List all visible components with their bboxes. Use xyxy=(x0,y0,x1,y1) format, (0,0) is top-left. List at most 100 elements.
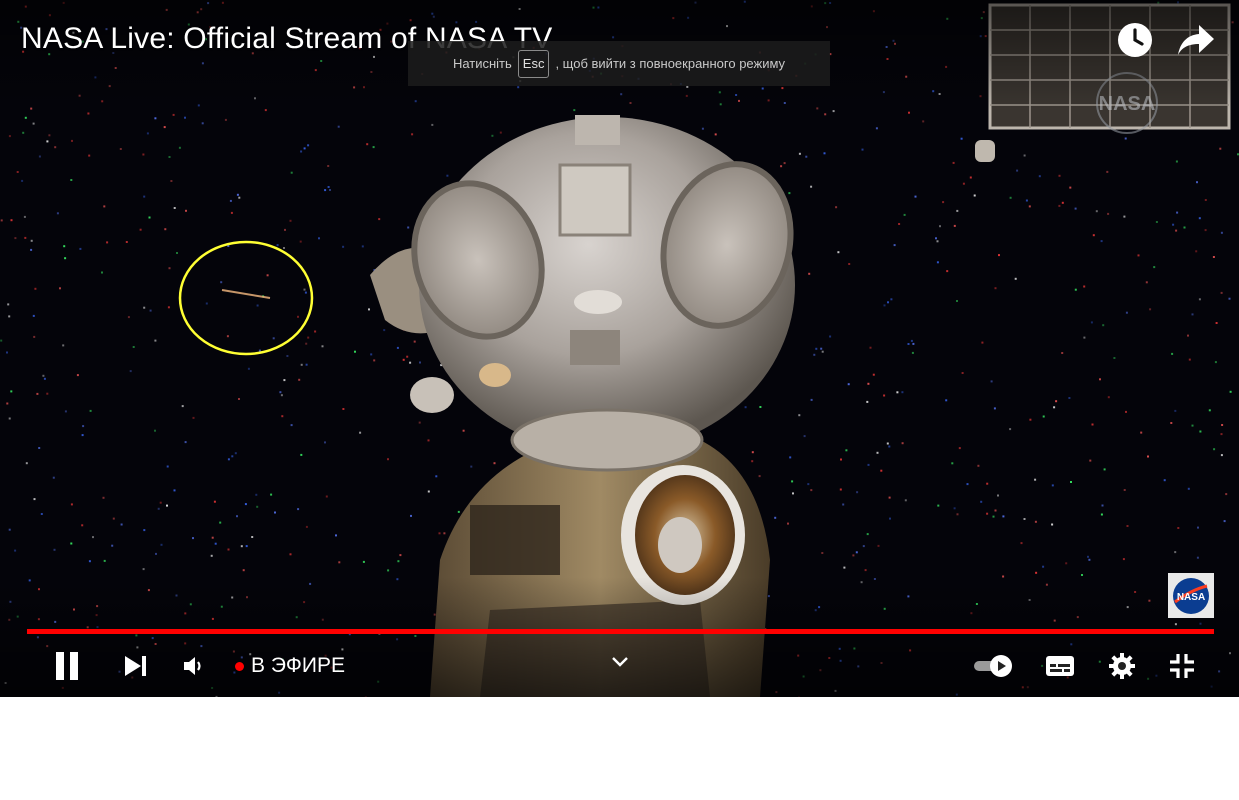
star xyxy=(399,554,402,557)
star xyxy=(329,189,331,191)
star xyxy=(297,315,299,318)
star xyxy=(127,316,130,319)
star xyxy=(1092,234,1095,237)
star xyxy=(803,435,806,438)
star xyxy=(986,482,989,485)
star xyxy=(32,122,35,125)
star xyxy=(42,374,45,377)
star xyxy=(986,512,989,515)
next-button[interactable] xyxy=(116,644,156,688)
watch-later-button[interactable] xyxy=(1115,20,1155,60)
star xyxy=(911,351,914,354)
star xyxy=(1172,223,1175,226)
star xyxy=(281,415,284,418)
star xyxy=(102,496,105,499)
settings-button[interactable] xyxy=(1102,644,1142,688)
star xyxy=(714,133,717,136)
live-badge[interactable]: В ЭФИРЕ xyxy=(235,653,345,679)
watch-later-icon xyxy=(1118,23,1152,57)
star xyxy=(284,228,286,231)
star xyxy=(43,377,46,380)
star xyxy=(227,548,230,551)
star xyxy=(64,257,67,260)
star xyxy=(1183,226,1186,229)
star xyxy=(952,161,955,164)
star xyxy=(1196,556,1199,559)
star xyxy=(40,513,43,515)
star xyxy=(1147,455,1149,458)
autoplay-toggle[interactable] xyxy=(970,644,1016,688)
star xyxy=(266,274,269,277)
star xyxy=(980,500,983,503)
star xyxy=(973,194,976,197)
star xyxy=(1014,277,1017,280)
star xyxy=(993,407,996,410)
star xyxy=(815,347,818,350)
video-player[interactable]: NASA Live: Official Stream of NASA TV На… xyxy=(0,0,1239,697)
star xyxy=(1020,542,1023,545)
star xyxy=(164,228,167,231)
star xyxy=(210,554,213,557)
progress-bar[interactable] xyxy=(27,629,1214,634)
star xyxy=(192,416,195,419)
pause-button[interactable] xyxy=(47,644,87,688)
pause-icon xyxy=(56,652,78,680)
star xyxy=(966,483,969,486)
star xyxy=(901,442,904,445)
star xyxy=(327,165,330,167)
star xyxy=(396,346,399,349)
star xyxy=(143,195,146,198)
star xyxy=(410,514,412,517)
star xyxy=(305,342,308,345)
star xyxy=(56,212,59,215)
star xyxy=(255,493,258,496)
star xyxy=(1101,504,1104,507)
star xyxy=(1196,181,1198,184)
star xyxy=(1225,493,1228,496)
star xyxy=(1051,523,1054,526)
star xyxy=(1140,431,1143,434)
star xyxy=(36,392,39,395)
star xyxy=(820,347,823,350)
star xyxy=(159,501,162,504)
star xyxy=(880,469,883,472)
star xyxy=(172,113,175,116)
star xyxy=(1053,406,1056,409)
star xyxy=(89,409,92,412)
star xyxy=(229,199,232,202)
subtitles-button[interactable] xyxy=(1040,644,1080,688)
expand-chevron-button[interactable] xyxy=(604,646,636,678)
star xyxy=(810,489,813,492)
star xyxy=(139,228,142,231)
star xyxy=(1220,433,1223,436)
toast-text-after: , щоб вийти з повноекранного режиму xyxy=(555,56,786,71)
star xyxy=(491,134,494,137)
star xyxy=(303,288,306,291)
star xyxy=(418,421,421,424)
star xyxy=(103,559,106,562)
star xyxy=(1113,357,1116,359)
star xyxy=(867,382,870,385)
star xyxy=(201,122,204,125)
subtitles-icon xyxy=(1046,656,1074,676)
channel-watermark[interactable]: NASA xyxy=(1168,573,1214,618)
exit-fullscreen-button[interactable] xyxy=(1162,644,1202,688)
star xyxy=(904,499,907,502)
mute-button[interactable] xyxy=(174,644,214,688)
share-button[interactable] xyxy=(1176,20,1216,60)
nasa-logo-text: NASA xyxy=(1177,592,1205,603)
star xyxy=(154,429,156,432)
star xyxy=(1145,281,1148,284)
star xyxy=(234,452,237,455)
star xyxy=(427,490,430,493)
star xyxy=(361,245,364,248)
star xyxy=(962,182,965,185)
star xyxy=(81,524,84,527)
star xyxy=(997,494,999,497)
chevron-down-icon xyxy=(612,657,628,667)
star xyxy=(810,185,813,188)
star xyxy=(1170,422,1173,424)
volume-icon xyxy=(184,657,201,675)
star xyxy=(783,162,786,165)
star xyxy=(1061,201,1064,204)
